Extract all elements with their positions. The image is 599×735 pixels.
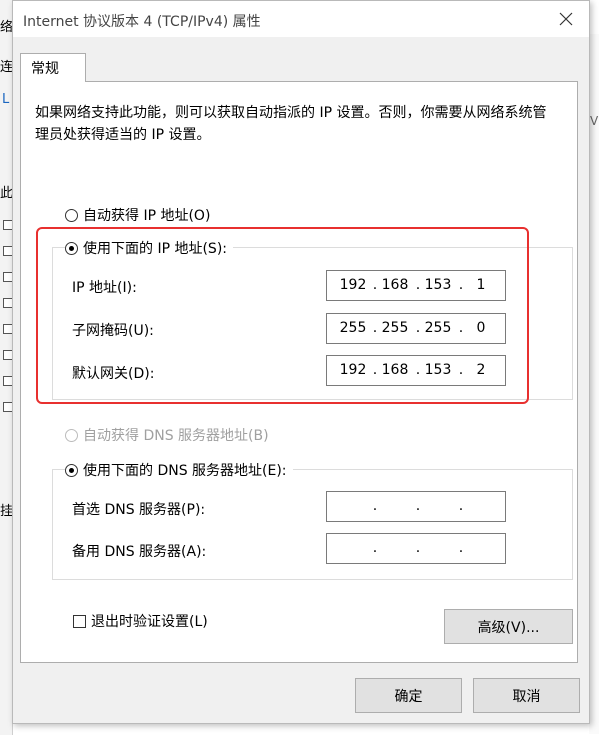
advanced-button-label: 高级(V)...: [477, 619, 540, 636]
octet: 153: [424, 277, 452, 293]
dot: .: [415, 498, 421, 514]
octet: 255: [424, 320, 452, 336]
bg-fragment: V: [590, 114, 599, 128]
checkbox-icon: [73, 614, 86, 628]
radio-checked-icon: [65, 463, 78, 477]
tab-general-label: 常规: [31, 61, 59, 77]
octet: 1: [476, 277, 486, 293]
dialog-title: Internet 协议版本 4 (TCP/IPv4) 属性: [23, 14, 261, 30]
dns-manual-radio[interactable]: 使用下面的 DNS 服务器地址(E):: [65, 460, 293, 480]
ip-address-label: IP 地址(I):: [72, 280, 137, 296]
radio-checked-icon: [65, 241, 78, 255]
octet: 192: [339, 362, 367, 378]
octet: 168: [381, 362, 409, 378]
default-gateway-label: 默认网关(D):: [72, 366, 155, 382]
radio-icon: [65, 428, 78, 442]
dot: .: [372, 498, 378, 514]
validate-on-exit-checkbox[interactable]: 退出时验证设置(L): [73, 611, 208, 631]
preferred-dns-label: 首选 DNS 服务器(P):: [72, 502, 206, 518]
background-window-right: V: [589, 34, 599, 734]
dns-auto-radio[interactable]: 自动获得 DNS 服务器地址(B): [65, 425, 269, 445]
title-bar: Internet 协议版本 4 (TCP/IPv4) 属性: [13, 1, 589, 37]
dot: .: [372, 540, 378, 556]
octet: 255: [381, 320, 409, 336]
octet: 2: [476, 362, 486, 378]
tab-general[interactable]: 常规: [20, 53, 86, 82]
dot: .: [458, 498, 464, 514]
bg-fragment: L: [2, 92, 10, 107]
advanced-button[interactable]: 高级(V)...: [444, 609, 573, 644]
octet: 192: [339, 277, 367, 293]
validate-on-exit-label: 退出时验证设置(L): [91, 614, 208, 630]
close-icon: [559, 12, 573, 26]
radio-icon: [65, 208, 78, 222]
cancel-button-label: 取消: [512, 688, 541, 705]
description-text: 如果网络支持此功能，则可以获取自动指派的 IP 设置。否则，你需要从网络系统管理…: [35, 105, 547, 143]
octet: 168: [381, 277, 409, 293]
dot: .: [415, 540, 421, 556]
ok-button[interactable]: 确定: [355, 678, 462, 713]
ip-address-input[interactable]: 192 . 168 . 153 . 1: [326, 270, 506, 301]
ip-auto-label: 自动获得 IP 地址(O): [83, 208, 211, 224]
ip-manual-radio[interactable]: 使用下面的 IP 地址(S):: [65, 238, 233, 258]
octet: 255: [339, 320, 367, 336]
ip-manual-label: 使用下面的 IP 地址(S):: [83, 241, 227, 257]
ok-button-label: 确定: [394, 688, 423, 705]
octet: 153: [424, 362, 452, 378]
ip-auto-radio[interactable]: 自动获得 IP 地址(O): [65, 205, 210, 225]
dns-auto-label: 自动获得 DNS 服务器地址(B): [83, 428, 269, 444]
preferred-dns-input[interactable]: . . .: [326, 491, 506, 522]
ipv4-properties-dialog: Internet 协议版本 4 (TCP/IPv4) 属性 常规 如果网络支持此…: [12, 0, 590, 724]
general-panel: 如果网络支持此功能，则可以获取自动指派的 IP 设置。否则，你需要从网络系统管理…: [20, 81, 578, 663]
subnet-mask-input[interactable]: 255 . 255 . 255 . 0: [326, 313, 506, 344]
alternate-dns-input[interactable]: . . .: [326, 533, 506, 564]
close-button[interactable]: [543, 1, 589, 37]
dot: .: [458, 540, 464, 556]
default-gateway-input[interactable]: 192 . 168 . 153 . 2: [326, 355, 506, 386]
dns-manual-label: 使用下面的 DNS 服务器地址(E):: [83, 463, 287, 479]
octet: 0: [476, 320, 486, 336]
alternate-dns-label: 备用 DNS 服务器(A):: [72, 544, 207, 560]
cancel-button[interactable]: 取消: [473, 678, 580, 713]
subnet-mask-label: 子网掩码(U):: [72, 323, 154, 339]
